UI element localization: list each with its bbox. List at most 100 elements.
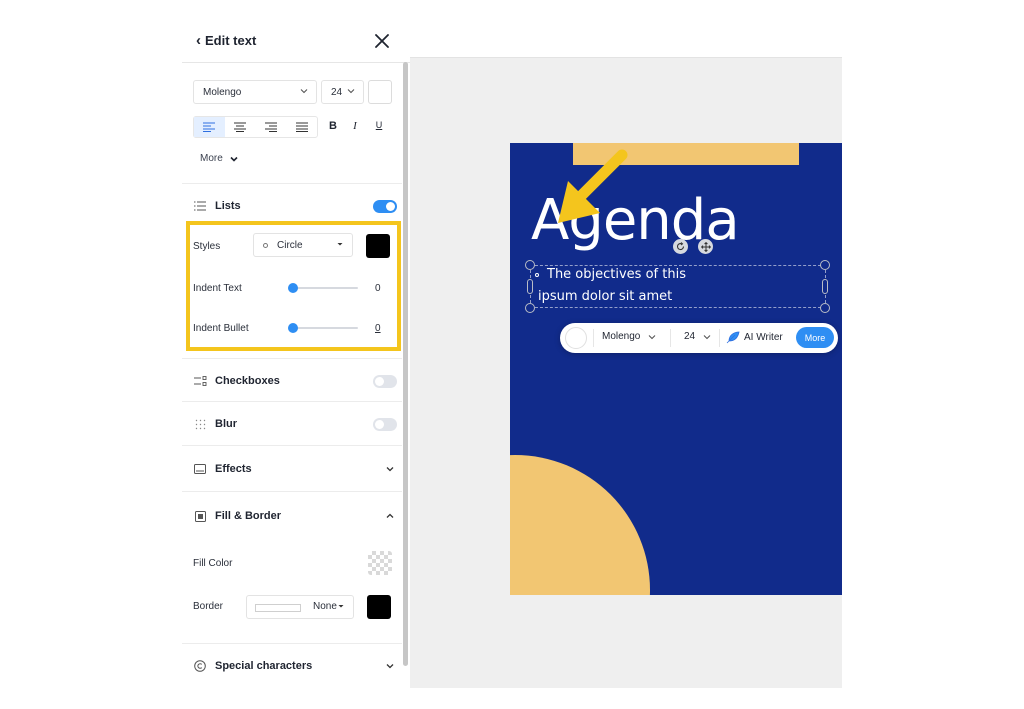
border-label: Border (193, 601, 224, 612)
checkbox-list-icon (193, 374, 207, 388)
chevron-down-icon[interactable] (385, 661, 395, 671)
effects-icon (193, 462, 207, 476)
toggle-knob (375, 377, 384, 386)
toolbar-font-select[interactable]: Molengo (602, 331, 657, 342)
lists-toggle[interactable] (373, 200, 397, 213)
toolbar-size-select[interactable]: 24 (684, 331, 712, 342)
resize-handle-bottom-right[interactable] (820, 303, 830, 313)
underline-button[interactable]: U (370, 120, 388, 136)
checkboxes-toggle[interactable] (373, 375, 397, 388)
circle-bullet-icon (263, 242, 268, 248)
close-button[interactable] (372, 31, 392, 51)
blur-section-header: Blur (193, 413, 397, 435)
text-line-1[interactable]: The objectives of this (535, 267, 686, 282)
alignment-group (193, 116, 318, 138)
effects-section-header[interactable]: Effects (193, 458, 397, 480)
text-color-button[interactable] (565, 327, 587, 349)
bullet-color-swatch[interactable] (366, 234, 390, 258)
divider (182, 183, 402, 184)
indent-bullet-label: Indent Bullet (193, 323, 249, 334)
floating-text-toolbar: Molengo 24 AI Writer More (560, 323, 838, 353)
fill-border-section-header[interactable]: Fill & Border (193, 505, 397, 527)
divider (182, 401, 402, 402)
indent-text-slider[interactable] (288, 283, 358, 293)
close-icon (375, 34, 389, 48)
align-left-icon (203, 122, 216, 132)
chevron-down-icon (648, 334, 656, 339)
edit-text-panel: ‹ Edit text Molengo 24 B I U More Lists … (182, 20, 410, 688)
blur-icon (193, 417, 207, 431)
caret-down-icon (337, 243, 343, 246)
align-left-button[interactable] (194, 117, 225, 137)
styles-label: Styles (193, 241, 221, 252)
back-button[interactable]: ‹ Edit text (196, 33, 256, 48)
toolbar-font-value: Molengo (602, 331, 641, 342)
divider (182, 643, 402, 644)
ai-writer-button[interactable]: AI Writer (726, 331, 783, 344)
special-characters-title: Special characters (215, 660, 313, 672)
slider-track (288, 327, 358, 329)
move-handle[interactable] (698, 239, 713, 254)
move-icon (700, 241, 711, 252)
divider (719, 329, 720, 347)
align-right-button[interactable] (256, 117, 287, 137)
chevron-down-icon[interactable] (385, 464, 395, 474)
align-justify-button[interactable] (286, 117, 317, 137)
indent-text-value[interactable]: 0 (375, 283, 381, 294)
resize-handle-left[interactable] (527, 279, 533, 294)
canvas-top-bar (410, 20, 842, 58)
rotate-icon (676, 242, 685, 251)
fill-color-swatch[interactable] (368, 551, 392, 575)
font-size-select[interactable]: 24 (321, 80, 364, 104)
resize-handle-top-right[interactable] (820, 260, 830, 270)
align-center-button[interactable] (225, 117, 256, 137)
fill-border-icon (193, 509, 207, 523)
border-style-select[interactable]: None (246, 595, 354, 619)
slide-decor-circle (510, 455, 650, 595)
divider (593, 329, 594, 347)
divider (182, 445, 402, 446)
toggle-knob (375, 420, 384, 429)
special-characters-section-header[interactable]: Special characters (193, 655, 397, 677)
rotate-handle[interactable] (673, 239, 688, 254)
list-style-value: Circle (277, 239, 303, 251)
chevron-down-icon (703, 334, 711, 339)
slider-thumb[interactable] (288, 323, 298, 333)
panel-scrollbar[interactable] (403, 62, 408, 666)
chevron-left-icon: ‹ (196, 32, 201, 49)
slider-thumb[interactable] (288, 283, 298, 293)
text-line-2[interactable]: ipsum dolor sit amet (538, 289, 672, 304)
text-color-swatch[interactable] (368, 80, 392, 104)
blur-title: Blur (215, 418, 237, 430)
chevron-down-icon (300, 89, 308, 94)
more-options-button[interactable]: More (200, 153, 239, 164)
effects-title: Effects (215, 463, 252, 475)
checkboxes-section-header: Checkboxes (193, 370, 397, 392)
chevron-down-icon (347, 89, 355, 94)
chevron-down-icon (230, 156, 238, 162)
italic-button[interactable]: I (346, 120, 364, 136)
indent-bullet-value[interactable]: 0 (375, 323, 381, 334)
bold-button[interactable]: B (324, 120, 342, 136)
resize-handle-bottom-left[interactable] (525, 303, 535, 313)
border-color-swatch[interactable] (367, 595, 391, 619)
toolbar-more-button[interactable]: More (796, 327, 834, 348)
panel-header: ‹ Edit text (182, 20, 410, 63)
resize-handle-right[interactable] (822, 279, 828, 294)
toolbar-size-value: 24 (684, 331, 696, 342)
resize-handle-top-left[interactable] (525, 260, 535, 270)
annotation-arrow (558, 149, 628, 223)
fill-color-label: Fill Color (193, 558, 233, 569)
slider-track (288, 287, 358, 289)
font-family-select[interactable]: Molengo (193, 80, 317, 104)
selected-text-box[interactable]: The objectives of this ipsum dolor sit a… (530, 265, 826, 308)
more-label: More (200, 153, 223, 164)
indent-bullet-slider[interactable] (288, 323, 358, 333)
chevron-up-icon[interactable] (385, 511, 395, 521)
blur-toggle[interactable] (373, 418, 397, 431)
list-style-select[interactable]: Circle (253, 233, 353, 257)
feather-icon (726, 331, 740, 344)
panel-title: Edit text (205, 33, 257, 48)
indent-text-label: Indent Text (193, 283, 242, 294)
copyright-icon (193, 659, 207, 673)
